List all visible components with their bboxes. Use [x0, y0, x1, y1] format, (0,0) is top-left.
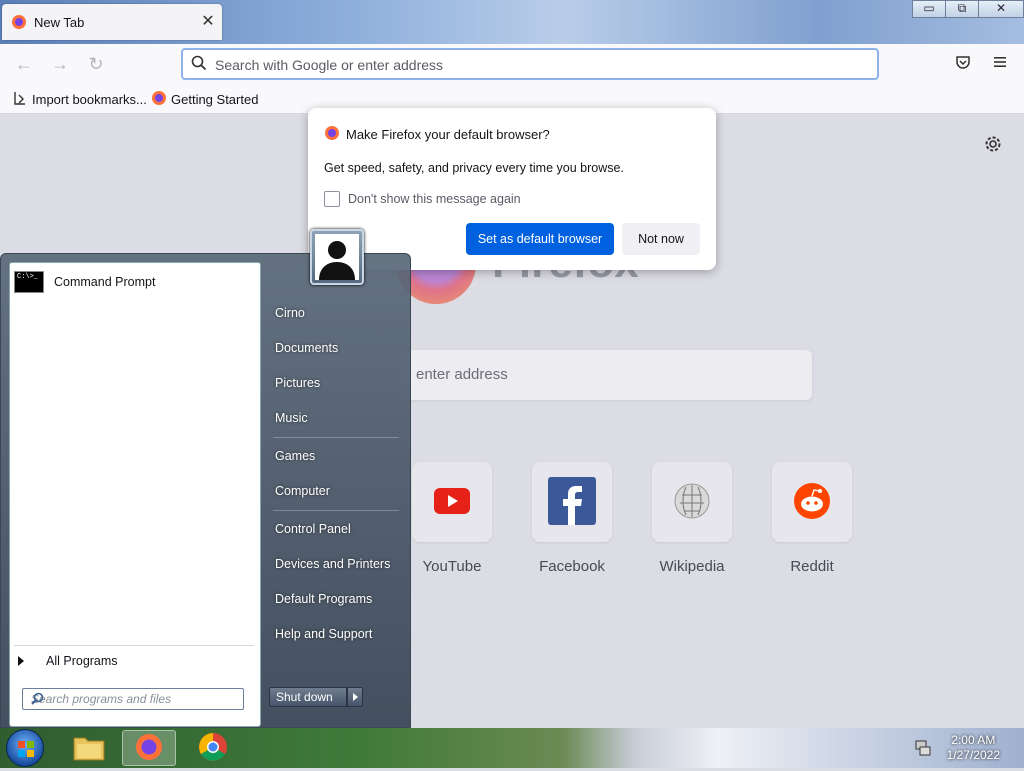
- taskbar-firefox[interactable]: [122, 730, 176, 766]
- start-item-documents[interactable]: Documents: [275, 341, 338, 355]
- taskbar-explorer[interactable]: [62, 730, 116, 766]
- shutdown-button[interactable]: Shut down: [269, 687, 347, 707]
- taskbar: 2:00 AM 1/27/2022: [0, 728, 1024, 768]
- chrome-icon: [198, 732, 228, 765]
- folder-icon: [73, 733, 105, 764]
- start-item-user[interactable]: Cirno: [275, 306, 305, 320]
- firefox-icon: [134, 732, 164, 765]
- arrow-right-icon: [18, 656, 24, 666]
- url-placeholder: Search with Google or enter address: [215, 57, 444, 73]
- taskbar-chrome[interactable]: [186, 730, 240, 766]
- all-programs-button[interactable]: All Programs: [18, 654, 118, 668]
- not-now-button[interactable]: Not now: [622, 223, 700, 255]
- shortcut-label: YouTube: [422, 558, 482, 575]
- checkbox-box[interactable]: [324, 191, 340, 207]
- shortcut-youtube[interactable]: YouTube: [407, 462, 497, 575]
- forward-arrow-icon[interactable]: →: [50, 54, 70, 75]
- start-item-help-support[interactable]: Help and Support: [275, 627, 372, 641]
- tab-close-icon[interactable]: ✕: [198, 11, 218, 31]
- start-item-games[interactable]: Games: [275, 449, 315, 463]
- pocket-icon[interactable]: [955, 54, 971, 73]
- reload-icon[interactable]: ↻: [86, 54, 106, 75]
- gear-icon[interactable]: [983, 134, 1003, 157]
- minimize-button[interactable]: ▭: [912, 0, 946, 18]
- start-item-pictures[interactable]: Pictures: [275, 376, 320, 390]
- menu-icon[interactable]: [992, 54, 1008, 73]
- dont-show-again-checkbox[interactable]: Don't show this message again: [324, 191, 521, 207]
- divider: [273, 510, 399, 511]
- default-browser-dialog: Make Firefox your default browser? Get s…: [308, 108, 716, 270]
- restore-button[interactable]: ⧉: [945, 0, 979, 18]
- divider: [14, 645, 254, 646]
- shortcut-facebook[interactable]: Facebook: [527, 462, 617, 575]
- divider: [273, 437, 399, 438]
- shortcut-wikipedia[interactable]: Wikipedia: [647, 462, 737, 575]
- all-programs-label: All Programs: [46, 654, 118, 668]
- start-item-devices-printers[interactable]: Devices and Printers: [275, 557, 390, 571]
- command-prompt-icon: C:\>_: [14, 271, 44, 293]
- search-icon: [31, 692, 237, 708]
- close-button[interactable]: ✕: [978, 0, 1024, 18]
- youtube-icon: [434, 487, 470, 517]
- reddit-icon: [793, 482, 831, 523]
- firefox-icon: [324, 125, 340, 144]
- network-icon[interactable]: [914, 739, 932, 760]
- start-menu-places-pane: Cirno Documents Pictures Music Games Com…: [263, 254, 411, 729]
- list-item-command-prompt[interactable]: C:\>_ Command Prompt: [14, 271, 155, 293]
- start-menu: C:\>_ Command Prompt All Programs Search…: [0, 229, 411, 729]
- start-search-input[interactable]: Search programs and files: [22, 688, 244, 710]
- start-item-music[interactable]: Music: [275, 411, 308, 425]
- tab-title: New Tab: [34, 15, 85, 30]
- dialog-title: Make Firefox your default browser?: [346, 127, 550, 142]
- url-bar[interactable]: Search with Google or enter address: [181, 48, 879, 80]
- bookmark-import[interactable]: Import bookmarks...: [12, 90, 147, 109]
- start-item-control-panel[interactable]: Control Panel: [275, 522, 351, 536]
- checkbox-label: Don't show this message again: [348, 192, 521, 206]
- tab-new-tab[interactable]: New Tab ✕: [2, 4, 222, 40]
- facebook-icon: [548, 476, 596, 528]
- program-label: Command Prompt: [54, 275, 156, 289]
- bookmark-getting-started[interactable]: Getting Started: [151, 90, 258, 109]
- set-default-button[interactable]: Set as default browser: [466, 223, 614, 255]
- bookmark-label: Getting Started: [171, 92, 259, 107]
- newtab-search-input[interactable]: enter address: [400, 350, 812, 400]
- import-icon: [12, 90, 28, 109]
- navigation-toolbar: ← → ↻ Search with Google or enter addres…: [0, 44, 1024, 84]
- browser-titlebar: New Tab ✕ ▭ ⧉ ✕: [0, 0, 1024, 44]
- start-button[interactable]: [6, 729, 44, 767]
- start-menu-programs-pane: C:\>_ Command Prompt All Programs Search…: [9, 262, 261, 727]
- search-icon: [191, 55, 207, 74]
- shutdown-options-button[interactable]: [347, 687, 363, 707]
- window-controls: ▭ ⧉ ✕: [912, 0, 1024, 18]
- wikipedia-icon: [674, 483, 710, 522]
- firefox-icon: [11, 14, 27, 33]
- start-item-default-programs[interactable]: Default Programs: [275, 592, 372, 606]
- clock-date: 1/27/2022: [946, 748, 1000, 762]
- start-item-computer[interactable]: Computer: [275, 484, 330, 498]
- shortcut-label: Wikipedia: [659, 558, 725, 575]
- dialog-message: Get speed, safety, and privacy every tim…: [324, 161, 624, 175]
- firefox-icon: [151, 90, 167, 109]
- clock-time: 2:00 AM: [951, 733, 996, 747]
- bookmark-label: Import bookmarks...: [32, 92, 147, 107]
- back-arrow-icon[interactable]: ←: [14, 54, 34, 75]
- shortcut-reddit[interactable]: Reddit: [767, 462, 857, 575]
- newtab-search-placeholder: enter address: [416, 366, 508, 383]
- shortcut-label: Reddit: [790, 558, 834, 575]
- shortcut-label: Facebook: [539, 558, 605, 575]
- system-clock[interactable]: 2:00 AM 1/27/2022: [947, 733, 1000, 763]
